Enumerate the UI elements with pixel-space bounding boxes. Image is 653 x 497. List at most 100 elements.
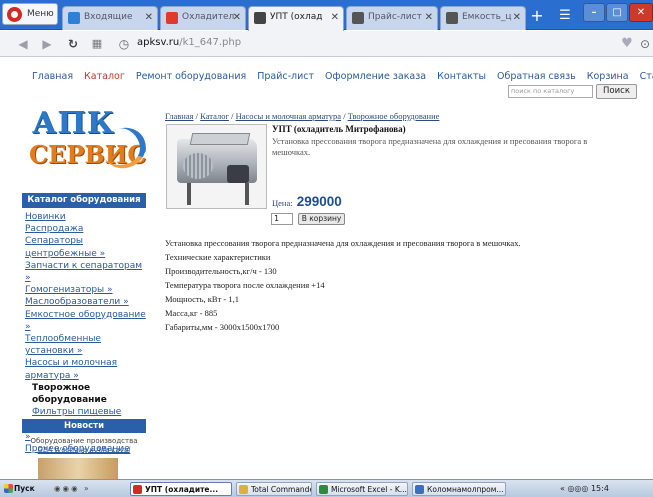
breadcrumb-link[interactable]: Каталог [200, 111, 229, 121]
description-line: Производительность,кг/ч - 130 [165, 266, 277, 276]
breadcrumb-link[interactable]: Главная [165, 111, 194, 121]
site-info-icon[interactable]: ◷ [115, 35, 133, 53]
browser-tab-bar: Меню Входящие ✕ Охладител ✕ УПТ (охлад ✕ Прайс… [0, 0, 653, 31]
taskbar-item-label: Total Commander ... [251, 485, 311, 494]
reload-icon[interactable]: ↻ [64, 35, 82, 53]
speed-dial-icon[interactable]: ▦ [88, 35, 106, 53]
catalog-item: Творожное [32, 382, 91, 393]
tab-close-icon[interactable]: ✕ [233, 7, 241, 28]
catalog-item[interactable]: Емкостное оборудование » [25, 309, 149, 333]
top-menu-item[interactable]: Прайс-лист [257, 71, 314, 82]
window-minimize-button[interactable]: – [583, 3, 605, 22]
tray-expand-icon[interactable]: « [560, 484, 565, 493]
machine-lid [189, 133, 251, 145]
news-link[interactable]: GEA Westfalia и Alfa Laval [22, 446, 146, 455]
catalog-item[interactable]: Гомогенизаторы » [25, 284, 149, 296]
catalog-item[interactable]: Теплообменные установки » [25, 333, 149, 357]
taskbar-app-icon [415, 485, 424, 494]
catalog-item[interactable]: Маслообразователи » [25, 296, 149, 308]
browser-tab[interactable]: Охладител ✕ [160, 6, 246, 30]
taskbar-item[interactable]: УПТ (охладите... [130, 482, 232, 496]
news-header: Новости [22, 419, 146, 433]
taskbar-item-label: УПТ (охладите... [145, 485, 219, 494]
machine-motor [227, 165, 249, 183]
top-menu-item[interactable]: Каталог [84, 71, 125, 82]
catalog-item: оборудование [32, 395, 107, 406]
catalog-item[interactable]: арматура » [25, 370, 149, 382]
taskbar-item[interactable]: Коломнамолпром... [412, 482, 506, 496]
tab-close-icon[interactable]: ✕ [513, 7, 521, 28]
tab-favicon-icon [68, 12, 80, 24]
add-to-cart-button[interactable]: В корзину [298, 213, 345, 225]
taskbar-item-label: Коломнамолпром... [427, 485, 504, 494]
top-menu-item[interactable]: Обратная связь [497, 71, 576, 82]
new-tab-plus-icon[interactable]: + [527, 8, 547, 26]
breadcrumb: Главная / Каталог / Насосы и молочная ар… [165, 111, 439, 121]
tab-list-menu-icon[interactable]: ☰ [556, 8, 574, 24]
tab-label: Прайс-лист [368, 12, 422, 22]
price-label: Цена: [272, 198, 293, 208]
breadcrumb-link[interactable]: Творожное оборудование [348, 111, 440, 121]
window-close-button[interactable]: ✕ [629, 3, 653, 22]
product-description: Установка прессования творога предназнач… [165, 236, 521, 334]
windows-taskbar: Пуск ◉◉◉ » УПТ (охладите... Total Command… [0, 479, 653, 497]
product-image[interactable] [166, 124, 267, 209]
product-price: Цена: 299000 [272, 194, 342, 209]
forward-arrow-icon[interactable]: ▶ [38, 35, 56, 53]
catalog-item[interactable]: Новинки [25, 211, 149, 223]
tab-label: Емкость_ц [462, 12, 512, 22]
logo-text-top: АПК [32, 106, 116, 141]
top-menu-item[interactable]: Корзина [587, 71, 629, 82]
catalog-item[interactable]: Фильтры пищевые [25, 406, 149, 418]
browser-tab[interactable]: Входящие ✕ [62, 6, 158, 30]
site-top-menu: Главная Каталог Ремонт оборудования Прайс-л… [32, 71, 653, 82]
news-image[interactable] [38, 458, 118, 479]
clock-text: 15:4 [590, 484, 609, 493]
taskbar-app-icon [239, 485, 248, 494]
catalog-item[interactable]: центробежные » [25, 248, 149, 260]
description-line: Температура творога после охлаждения +14 [165, 280, 325, 290]
site-logo[interactable]: АПК СЕРВИС [22, 106, 152, 182]
catalog-item[interactable]: Сепараторы [25, 235, 149, 247]
tab-close-icon[interactable]: ✕ [331, 7, 339, 28]
tab-favicon-icon [446, 12, 458, 24]
address-bar[interactable]: apksv.ru/k1_647.php [137, 37, 241, 48]
catalog-item[interactable]: Распродажа [25, 223, 149, 235]
quick-launch-icons[interactable]: ◉◉◉ » [54, 482, 122, 496]
window-maximize-button[interactable]: □ [606, 3, 628, 22]
tab-close-icon[interactable]: ✕ [425, 7, 433, 28]
address-path: /k1_647.php [179, 37, 242, 48]
catalog-search-input[interactable]: поиск по каталогу [508, 85, 593, 98]
catalog-item[interactable]: Запчасти к сепараторам » [25, 260, 149, 284]
system-tray[interactable]: « ◎◎◎ 15:4 [560, 482, 653, 496]
top-menu-item[interactable]: Контакты [437, 71, 486, 82]
browser-tab[interactable]: УПТ (охлад ✕ [248, 6, 344, 31]
machine-drum [183, 153, 213, 179]
browser-tab[interactable]: Прайс-лист ✕ [346, 6, 438, 30]
search-button[interactable]: Поиск [596, 84, 637, 99]
browser-nav-bar: ◀ ▶ ↻ ▦ ◷ apksv.ru/k1_647.php ♥ ⊙ [0, 31, 653, 57]
back-arrow-icon[interactable]: ◀ [14, 35, 32, 53]
top-menu-item[interactable]: Статьи [640, 71, 653, 82]
bookmark-heart-icon[interactable]: ♥ [618, 35, 636, 53]
browser-logo-icon [7, 7, 22, 22]
top-menu-item[interactable]: Главная [32, 71, 73, 82]
catalog-item[interactable]: Насосы и молочная [25, 357, 149, 369]
downloads-icon[interactable]: ⊙ [636, 35, 653, 53]
breadcrumb-separator: / [228, 111, 236, 121]
top-menu-item[interactable]: Оформление заказа [325, 71, 426, 82]
breadcrumb-link[interactable]: Насосы и молочная арматура [236, 111, 342, 121]
taskbar-app-icon [133, 485, 142, 494]
taskbar-item[interactable]: Microsoft Excel - K... [316, 482, 408, 496]
quantity-input[interactable]: 1 [271, 213, 293, 225]
news-item: Оборудование производства GEA Westfalia … [22, 437, 146, 455]
top-menu-item[interactable]: Ремонт оборудования [136, 71, 246, 82]
start-button[interactable]: Пуск [2, 482, 48, 496]
description-line: Технические характеристики [165, 252, 271, 262]
browser-tab[interactable]: Емкость_ц ✕ [440, 6, 526, 30]
description-line: Масса,кг - 885 [165, 308, 218, 318]
tab-close-icon[interactable]: ✕ [145, 7, 153, 28]
browser-menu-button[interactable]: Меню [2, 3, 58, 25]
taskbar-item[interactable]: Total Commander ... [236, 482, 312, 496]
price-value: 299000 [296, 194, 342, 209]
